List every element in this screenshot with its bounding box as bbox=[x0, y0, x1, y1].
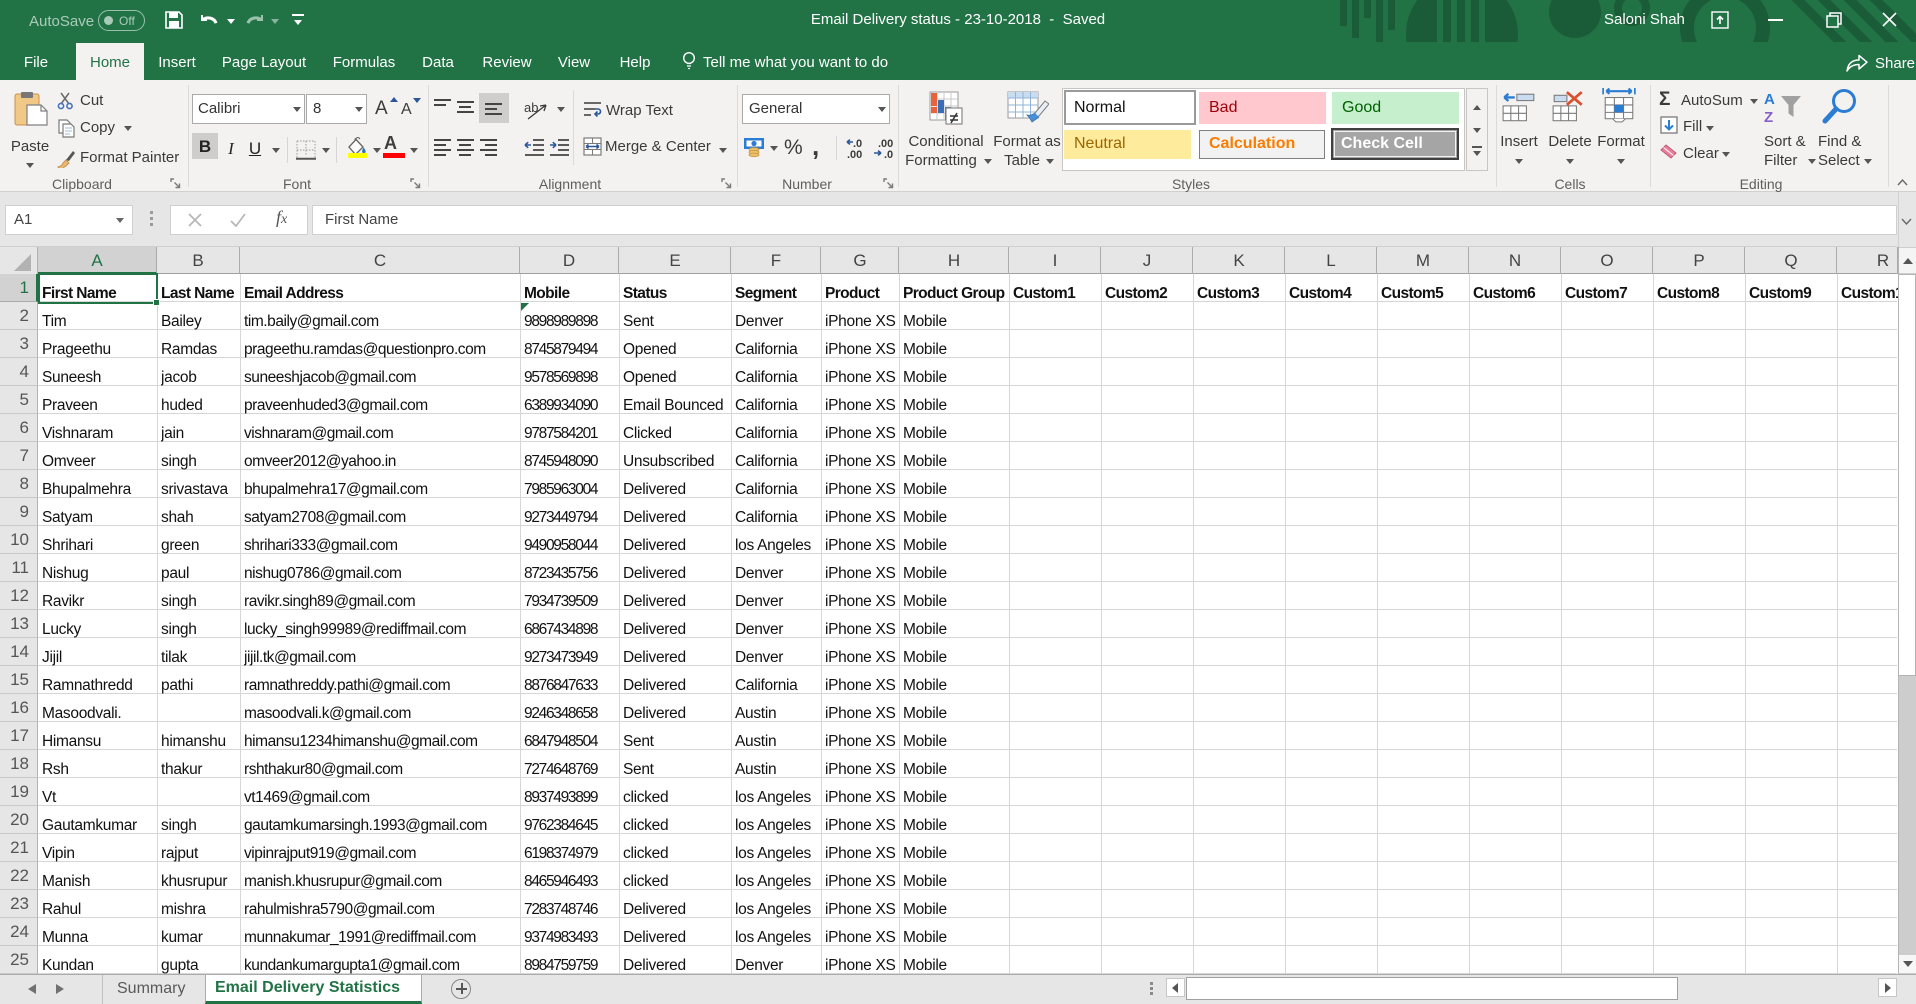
svg-text:Z: Z bbox=[1764, 109, 1773, 124]
svg-text:.0: .0 bbox=[884, 149, 893, 160]
svg-text:.00: .00 bbox=[847, 149, 862, 160]
svg-text:A: A bbox=[1764, 91, 1775, 108]
